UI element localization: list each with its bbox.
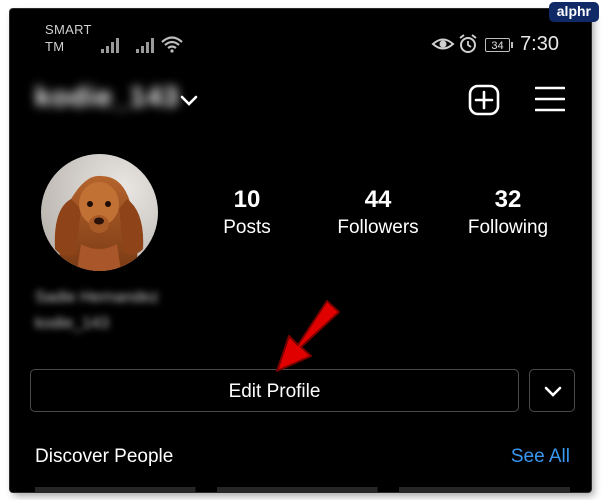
- followers-count: 44: [364, 186, 392, 213]
- carrier-label: SMART TM: [45, 21, 105, 55]
- carrier-line-2: TM: [45, 39, 65, 54]
- carrier-line-1: SMART: [45, 22, 92, 37]
- following-label: Following: [467, 217, 549, 238]
- followers-label: Followers: [337, 217, 419, 238]
- discover-people-heading: Discover People: [35, 446, 174, 467]
- hamburger-menu-icon[interactable]: [535, 85, 565, 113]
- profile-handle: kodie_143: [35, 315, 109, 332]
- chevron-down-icon: [544, 386, 562, 397]
- signal-icon-2: [136, 38, 154, 53]
- phone-screen: SMART TM 34 7:30 kodie_143 10 Posts 44 F…: [10, 9, 591, 492]
- alphr-watermark: alphr: [548, 2, 599, 22]
- new-post-button[interactable]: [468, 84, 500, 116]
- following-count: 32: [494, 186, 522, 213]
- see-all-link[interactable]: See All: [511, 446, 570, 468]
- profile-display-name: Sadie Hernandez: [35, 289, 159, 306]
- dog-photo: [41, 154, 158, 271]
- signal-icon: [101, 38, 119, 53]
- clock: 7:30: [520, 33, 559, 55]
- chevron-down-icon[interactable]: [180, 95, 198, 107]
- following-stat[interactable]: 32 Following: [453, 185, 563, 241]
- posts-label: Posts: [223, 217, 271, 238]
- alarm-icon: [459, 34, 477, 53]
- followers-stat[interactable]: 44 Followers: [323, 185, 433, 241]
- eye-icon: [431, 38, 455, 50]
- posts-count: 10: [233, 186, 261, 213]
- avatar[interactable]: [41, 154, 158, 271]
- red-pointer-arrow-icon: [276, 300, 340, 372]
- wifi-icon: [161, 36, 183, 53]
- suggestions-toggle-button[interactable]: [529, 369, 575, 412]
- posts-stat[interactable]: 10 Posts: [192, 185, 302, 241]
- username-title[interactable]: kodie_143: [35, 81, 179, 113]
- battery-indicator: 34: [485, 38, 513, 52]
- suggestion-cards-edge: [35, 487, 570, 492]
- status-bar: SMART TM 34 7:30: [10, 19, 591, 61]
